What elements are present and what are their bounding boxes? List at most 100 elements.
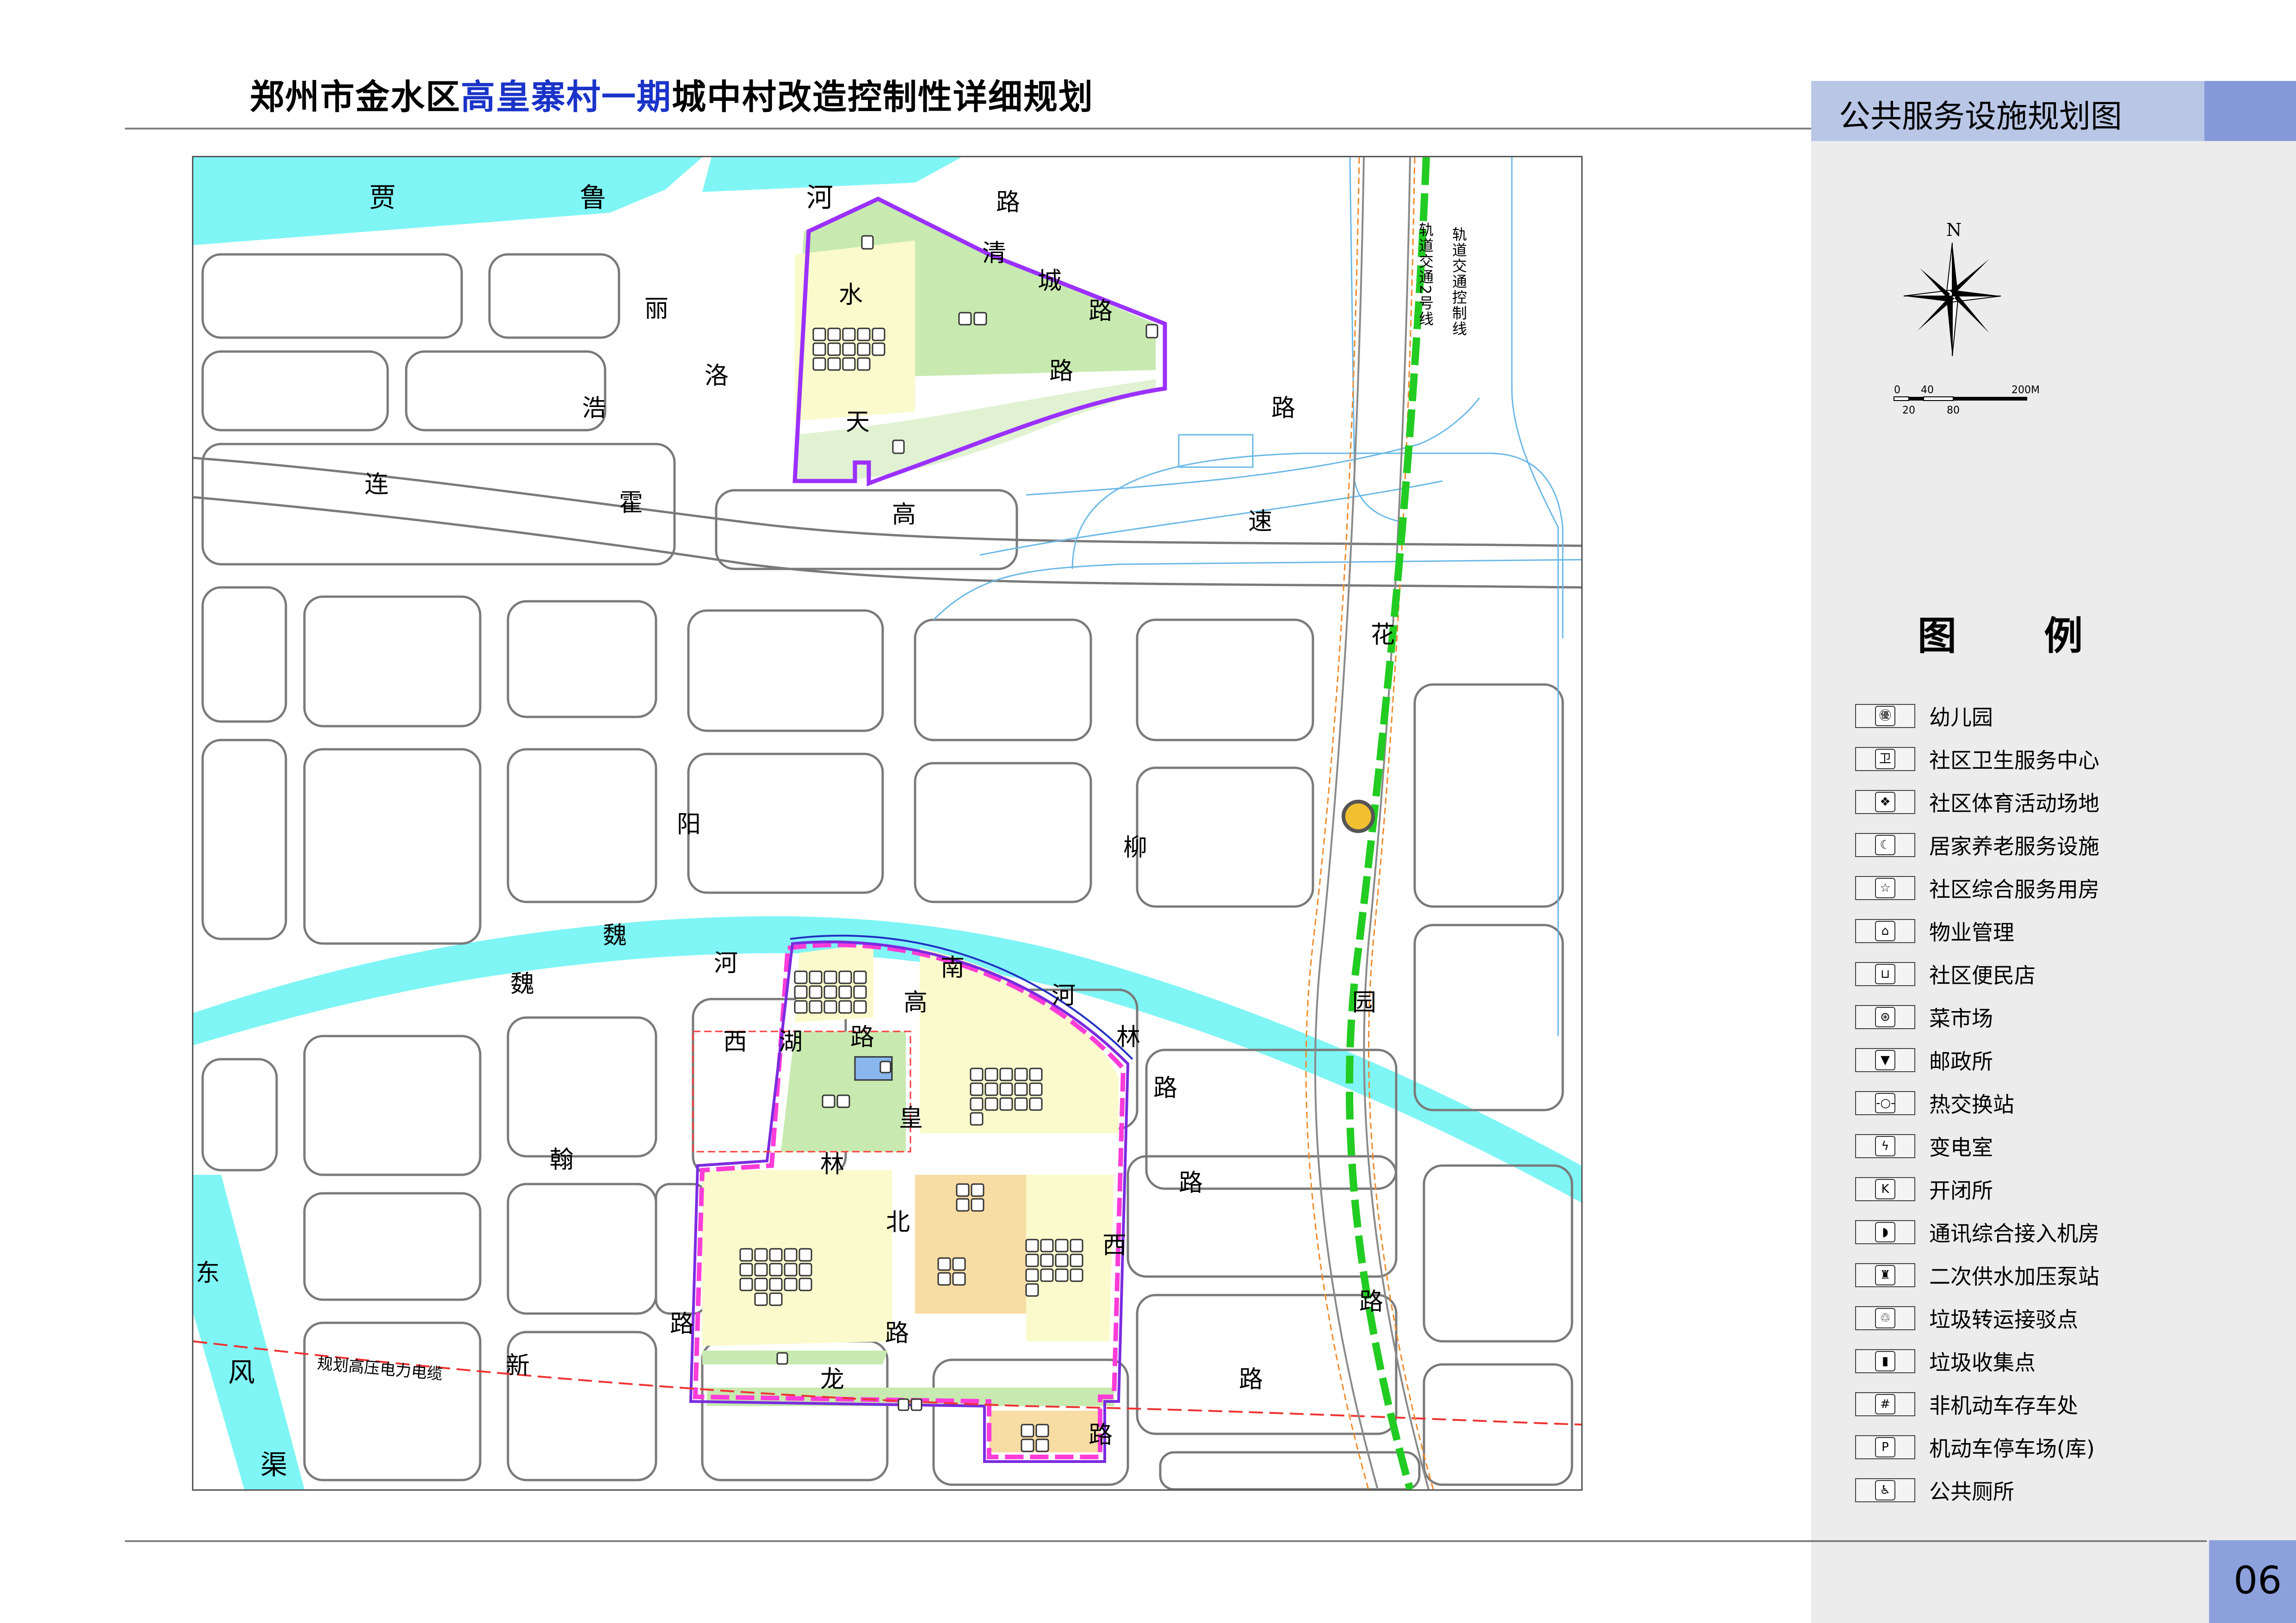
legend-symbol-box: K bbox=[1855, 1177, 1915, 1201]
page-title: 郑州市金水区高皇寨村一期城中村改造控制性详细规划 bbox=[250, 69, 1094, 119]
legend-label: 非机动车存车处 bbox=[1929, 1393, 2078, 1418]
legend-item: ㊝ 幼儿园 bbox=[1855, 702, 1993, 730]
legend-symbol-box: ㊝ bbox=[1855, 704, 1915, 728]
scale-label-0: 0 bbox=[1894, 384, 1900, 396]
legend-label: 热交换站 bbox=[1929, 1092, 2014, 1117]
south-parcel-d bbox=[915, 1175, 1026, 1314]
legend-label: 幼儿园 bbox=[1929, 705, 1993, 730]
road-label-char: 路 bbox=[1359, 1288, 1384, 1316]
legend-item: ⊔ 社区便民店 bbox=[1855, 960, 2036, 988]
road-label-char: 魏 bbox=[510, 970, 535, 998]
panel-header-accent bbox=[2204, 81, 2296, 141]
legend-symbol-box: ♜ bbox=[1855, 1263, 1915, 1287]
road-label-char: 洛 bbox=[705, 362, 729, 390]
road-label-char: 河 bbox=[806, 182, 834, 213]
road-label-char: 路 bbox=[1271, 395, 1296, 422]
metro-line-2-label: 轨道交通2号线 bbox=[1417, 222, 1434, 327]
road-label-char: 浩 bbox=[582, 395, 606, 422]
road-label-char: 高 bbox=[892, 501, 916, 529]
legend-title: 图 例 bbox=[1918, 613, 2120, 659]
legend-label: 社区卫生服务中心 bbox=[1929, 748, 2099, 773]
legend-symbol-box: ♿ bbox=[1855, 1478, 1915, 1502]
jialu-river bbox=[193, 157, 702, 245]
panel-title: 公共服务设施规划图 bbox=[1839, 99, 2123, 135]
legend-symbol-box: ☆ bbox=[1855, 876, 1915, 900]
legend-label: 物业管理 bbox=[1929, 920, 2014, 945]
road-label-char: 路 bbox=[1089, 1421, 1113, 1449]
legend-item: ▼ 邮政所 bbox=[1855, 1046, 1993, 1074]
road-label-char: 路 bbox=[1239, 1366, 1263, 1394]
legend-item: ⌂ 物业管理 bbox=[1855, 917, 2014, 945]
north-arrow-icon: N bbox=[1899, 217, 2005, 367]
legend-symbol-box: ϟ bbox=[1855, 1134, 1915, 1158]
road-label-char: 魏 bbox=[603, 922, 627, 950]
road-label-char: 丽 bbox=[644, 295, 669, 323]
road-label-char: 渠 bbox=[260, 1449, 288, 1481]
legend-symbol-box: -○- bbox=[1855, 1091, 1915, 1115]
legend-symbol-icon: P bbox=[1875, 1437, 1895, 1457]
road-label-char: 风 bbox=[228, 1357, 255, 1388]
legend-label: 垃圾收集点 bbox=[1929, 1350, 2036, 1375]
road-label-char: 湖 bbox=[779, 1028, 803, 1056]
road-label-char: 皇 bbox=[899, 1105, 923, 1132]
map-canvas: 轨道交通2号线 轨道交通控制线 规划高压电力电缆 贾鲁河路清城路水丽路洛浩天路连… bbox=[192, 156, 1583, 1491]
dongfeng-canal bbox=[193, 1175, 304, 1489]
road-label-char: 路 bbox=[670, 1310, 694, 1338]
bottom-divider bbox=[125, 1540, 2207, 1542]
legend-label: 社区便民店 bbox=[1929, 963, 2036, 988]
road-label-char: 霍 bbox=[619, 489, 644, 517]
legend-label: 公共厕所 bbox=[1929, 1479, 2014, 1504]
road-label-char: 路 bbox=[885, 1320, 910, 1347]
legend-label: 社区综合服务用房 bbox=[1929, 877, 2099, 902]
road-label-char: 花 bbox=[1371, 621, 1395, 649]
title-part-plan: 城中村改造控制性详细规划 bbox=[672, 77, 1094, 117]
legend-symbol-box: ⊔ bbox=[1855, 962, 1915, 986]
legend-symbol-icon: -○- bbox=[1875, 1093, 1895, 1113]
legend-symbol-box: ◗ bbox=[1855, 1220, 1915, 1244]
legend-symbol-icon: ◗ bbox=[1875, 1222, 1895, 1242]
metro-station-icon bbox=[1342, 800, 1375, 833]
legend-symbol-box: ▮ bbox=[1855, 1349, 1915, 1373]
legend-item: ❖ 社区体育活动场地 bbox=[1855, 788, 2099, 816]
road-label-char: 柳 bbox=[1123, 834, 1148, 862]
road-label-char: 连 bbox=[365, 471, 389, 499]
legend-item: K 开闭所 bbox=[1855, 1175, 1993, 1203]
road-label-char: 西 bbox=[723, 1028, 748, 1056]
legend-symbol-box: # bbox=[1855, 1392, 1915, 1416]
road-label-char: 河 bbox=[714, 950, 738, 977]
legend-item: ▮ 垃圾收集点 bbox=[1855, 1347, 2036, 1375]
scale-label-40: 40 bbox=[1921, 384, 1934, 396]
legend-symbol-icon: ㊝ bbox=[1875, 706, 1895, 726]
legend-label: 垃圾转运接驳点 bbox=[1929, 1307, 2078, 1332]
top-divider bbox=[125, 128, 1811, 130]
legend-symbol-box: ❖ bbox=[1855, 790, 1915, 814]
legend-label: 机动车停车场(库) bbox=[1929, 1436, 2095, 1461]
legend-symbol-icon: ❖ bbox=[1875, 792, 1895, 812]
road-label-char: 园 bbox=[1352, 989, 1377, 1017]
legend-symbol-box: P bbox=[1855, 1435, 1915, 1459]
legend-item: # 非机动车存车处 bbox=[1855, 1390, 2078, 1418]
legend-label: 开闭所 bbox=[1929, 1178, 1993, 1203]
title-part-village: 高皇寨村一期 bbox=[461, 77, 672, 117]
road-label-char: 路 bbox=[850, 1024, 875, 1051]
road-label-char: 阳 bbox=[677, 811, 701, 839]
legend-symbol-box: 卫 bbox=[1855, 747, 1915, 771]
legend-item: 卫 社区卫生服务中心 bbox=[1855, 745, 2099, 773]
road-label-char: 龙 bbox=[820, 1366, 845, 1394]
legend-item: ♜ 二次供水加压泵站 bbox=[1855, 1261, 2099, 1289]
road-label-char: 城 bbox=[1038, 267, 1062, 295]
legend-symbol-icon: ⊔ bbox=[1875, 964, 1895, 984]
road-label-char: 清 bbox=[982, 240, 1007, 267]
legend-item: ◗ 通讯综合接入机房 bbox=[1855, 1218, 2099, 1246]
legend-item: ♿ 公共厕所 bbox=[1855, 1476, 2014, 1504]
road-label-char: 贾 bbox=[369, 182, 396, 213]
legend-symbol-icon: # bbox=[1875, 1394, 1895, 1414]
road-label-char: 路 bbox=[996, 189, 1021, 216]
legend-symbol-icon: ⌂ bbox=[1875, 921, 1895, 941]
road-label-char: 林 bbox=[1116, 1024, 1141, 1051]
road-label-char: 路 bbox=[1049, 358, 1074, 385]
legend-label: 居家养老服务设施 bbox=[1929, 834, 2099, 859]
north-label: N bbox=[1946, 220, 1962, 240]
road-label-char: 路 bbox=[1179, 1169, 1203, 1197]
legend-symbol-icon: ♲ bbox=[1875, 1308, 1895, 1328]
